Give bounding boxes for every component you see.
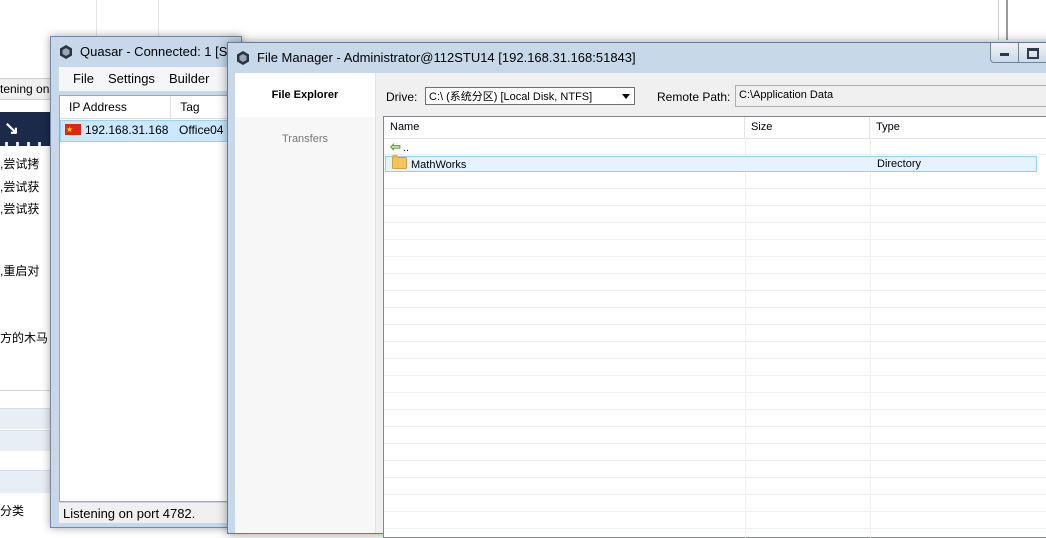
empty-row: [384, 258, 1046, 274]
tab-transfers[interactable]: Transfers: [235, 117, 375, 161]
file-manager-window[interactable]: File Manager - Administrator@112STU14 [1…: [227, 42, 1046, 538]
empty-row: [384, 394, 1046, 410]
file-name: MathWorks: [411, 159, 467, 171]
empty-row: [384, 360, 1046, 376]
empty-row: [384, 513, 1046, 529]
background-status: tening on: [0, 78, 52, 100]
empty-row: [384, 462, 1046, 478]
empty-row: [384, 343, 1046, 359]
quasar-app-icon: [237, 51, 249, 65]
empty-row: [384, 445, 1046, 461]
window-edge: [1006, 0, 1008, 40]
menu-settings[interactable]: Settings: [101, 67, 162, 91]
background-text: 方的木马: [0, 331, 49, 345]
background-text: ,尝试获: [0, 180, 40, 194]
file-explorer-panel: Drive: C:\ (系统分区) [Local Disk, NTFS] Rem…: [376, 73, 1046, 538]
file-manager-body: File Explorer Transfers Drive: C:\ (系统分区…: [235, 73, 1046, 538]
quasar-app-icon: [60, 45, 72, 59]
menu-builder[interactable]: Builder: [162, 67, 216, 91]
column-name[interactable]: Name: [384, 117, 745, 138]
banner-text: ↘ IIII: [4, 118, 49, 159]
clients-list[interactable]: IP Address Tag 192.168.31.168 Office04: [59, 95, 251, 502]
background-text: ,重启对: [0, 264, 40, 278]
column-type[interactable]: Type: [870, 117, 1046, 138]
empty-row: [384, 428, 1046, 444]
chevron-down-icon: [622, 94, 630, 99]
empty-row: [384, 309, 1046, 325]
file-row-parent[interactable]: ⇦..: [384, 139, 1046, 155]
background-text: ,尝试获: [0, 202, 40, 216]
china-flag-icon: [65, 121, 81, 139]
column-ip-address[interactable]: IP Address: [60, 96, 172, 118]
empty-row: [384, 411, 1046, 427]
file-manager-titlebar[interactable]: File Manager - Administrator@112STU14 [1…: [228, 43, 1046, 73]
grid-line: [158, 0, 159, 40]
column-size[interactable]: Size: [745, 117, 870, 138]
file-name: ..: [402, 142, 410, 154]
background-row: [0, 470, 52, 493]
empty-row: [384, 326, 1046, 342]
background-row: [0, 430, 52, 451]
quasar-window[interactable]: Quasar - Connected: 1 [Se File Settings Bu…: [50, 36, 253, 528]
empty-row: [384, 241, 1046, 257]
status-bar: Listening on port 4782.: [59, 503, 253, 523]
menu-bar: File Settings Builder: [59, 67, 249, 91]
window-title: Quasar - Connected: 1 [Se: [80, 44, 235, 59]
file-row-mathworks[interactable]: MathWorks Directory: [385, 155, 1037, 172]
remote-path-input[interactable]: C:\Application Data: [735, 85, 1046, 107]
grid-line: [96, 0, 97, 40]
divider: [0, 390, 52, 391]
drive-label: Drive:: [386, 90, 418, 104]
empty-row: [384, 190, 1046, 206]
side-navigation: File Explorer Transfers: [235, 73, 376, 533]
maximize-button[interactable]: [1018, 43, 1046, 63]
list-header: IP Address Tag: [60, 96, 250, 119]
empty-row: [384, 479, 1046, 495]
file-list-header: Name Size Type: [384, 117, 1046, 139]
background-row: [0, 408, 52, 429]
grid-line: [998, 0, 999, 40]
empty-row: [384, 207, 1046, 223]
quasar-titlebar[interactable]: Quasar - Connected: 1 [Se: [51, 37, 241, 67]
empty-row: [384, 377, 1046, 393]
tab-file-explorer[interactable]: File Explorer: [235, 73, 375, 117]
empty-row: [384, 496, 1046, 512]
client-ip: 192.168.31.168: [85, 123, 169, 137]
menu-file[interactable]: File: [59, 67, 101, 91]
minimize-button[interactable]: [990, 43, 1020, 63]
background-banner: ↘ IIII: [0, 112, 52, 159]
window-title: File Manager - Administrator@112STU14 [1…: [257, 50, 636, 65]
remote-path-label: Remote Path:: [657, 90, 731, 104]
empty-row: [384, 292, 1046, 308]
empty-row: [384, 173, 1046, 189]
background-text: 分类: [0, 504, 25, 518]
file-list[interactable]: Name Size Type ⇦.. MathWorks Directory: [383, 116, 1046, 538]
up-arrow-icon: ⇦: [390, 139, 401, 154]
drive-value: C:\ (系统分区) [Local Disk, NTFS]: [429, 91, 593, 103]
background-text: ,尝试拷: [0, 157, 40, 171]
folder-icon: [392, 155, 407, 169]
empty-row: [384, 275, 1046, 291]
drive-select[interactable]: C:\ (系统分区) [Local Disk, NTFS]: [425, 87, 635, 105]
empty-row: [384, 224, 1046, 240]
client-row[interactable]: 192.168.31.168 Office04: [60, 120, 250, 142]
file-type: Directory: [877, 158, 922, 170]
